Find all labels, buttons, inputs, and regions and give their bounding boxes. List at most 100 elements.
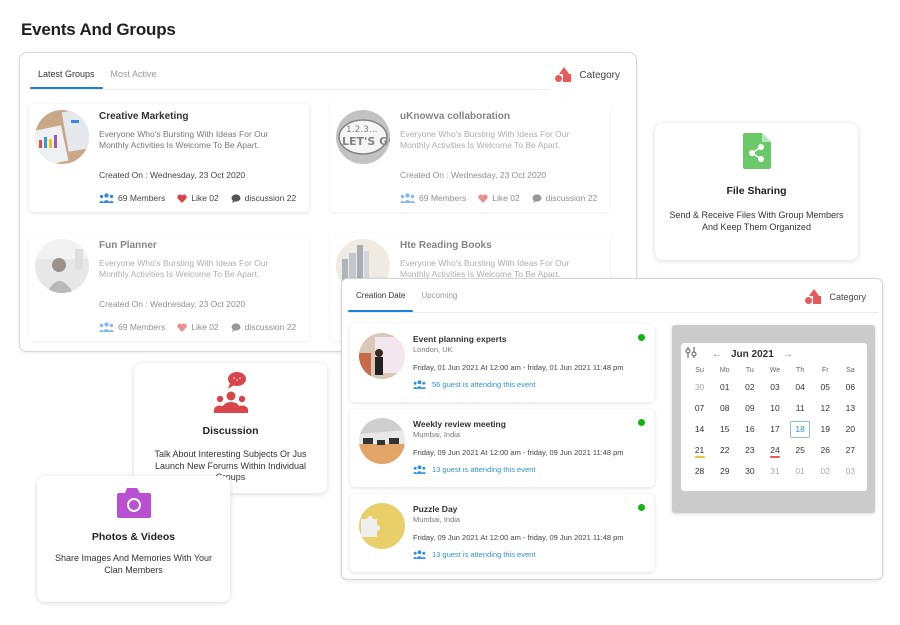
group-title[interactable]: uKnowva collaboration: [400, 111, 510, 122]
chat-bubble-icon: [231, 193, 241, 203]
calendar-day[interactable]: 03: [762, 377, 787, 398]
calendar-day[interactable]: 16: [737, 419, 762, 440]
event-avatar: [359, 418, 405, 464]
feature-title: Photos & Videos: [91, 531, 176, 543]
calendar-grid: Su Mo Tu We Th Fr Sa 30 01 02 03 04 05 06 07 08 09 10 11 12…: [687, 364, 863, 482]
calendar-day[interactable]: 01: [712, 377, 737, 398]
calendar-day[interactable]: 08: [712, 398, 737, 419]
calendar-day[interactable]: 04: [788, 377, 813, 398]
calendar-day[interactable]: 03: [838, 461, 863, 482]
calendar-weekday: Sa: [846, 367, 855, 374]
group-avatar: [35, 239, 89, 293]
members-icon: [400, 193, 415, 203]
calendar-day[interactable]: 17: [762, 419, 787, 440]
group-title[interactable]: Hte Reading Books: [400, 240, 492, 251]
like-count[interactable]: Like 02: [177, 193, 219, 203]
discussion-count[interactable]: discussion 22: [231, 193, 296, 203]
event-time: Friday, 09 Jun 2021 At 12:00 am - friday…: [413, 448, 624, 457]
filter-sliders-icon[interactable]: [685, 347, 699, 361]
calendar-day[interactable]: 20: [838, 419, 863, 440]
tab-upcoming[interactable]: Upcoming: [413, 289, 465, 312]
calendar-day[interactable]: 12: [813, 398, 838, 419]
tab-latest-groups[interactable]: Latest Groups: [30, 67, 103, 89]
calendar-day[interactable]: 27: [838, 440, 863, 461]
calendar-day[interactable]: 14: [687, 419, 712, 440]
discussion-count[interactable]: discussion 22: [231, 322, 296, 332]
calendar-next-button[interactable]: →: [778, 349, 798, 360]
group-card[interactable]: Creative Marketing Everyone Who's Bursti…: [29, 104, 309, 212]
calendar-day[interactable]: 24: [762, 440, 787, 461]
calendar-day[interactable]: 02: [813, 461, 838, 482]
camera-icon: [116, 488, 151, 518]
page-title: Events And Groups: [21, 20, 176, 39]
calendar-weekday: We: [769, 367, 781, 374]
calendar-day[interactable]: 30: [687, 377, 712, 398]
event-card[interactable]: Puzzle Day Mumbai, India Friday, 09 Jun …: [350, 494, 654, 572]
calendar: ← Jun 2021 → Su Mo Tu We Th Fr Sa 30 01 02 03 04 05 0…: [681, 343, 867, 491]
event-location: Mumbai, India: [413, 430, 461, 439]
calendar-day[interactable]: 06: [838, 377, 863, 398]
event-title[interactable]: Weekly review meeting: [413, 419, 506, 429]
heart-icon: [177, 323, 187, 332]
members-count[interactable]: 69 Members: [400, 193, 466, 203]
feature-title: File Sharing: [726, 185, 787, 197]
calendar-day[interactable]: 09: [737, 398, 762, 419]
event-title[interactable]: Puzzle Day: [413, 504, 457, 514]
chat-bubble-icon: [532, 193, 542, 203]
tab-divider: [348, 312, 878, 313]
calendar-day[interactable]: 23: [737, 440, 762, 461]
members-count[interactable]: 69 Members: [99, 322, 165, 332]
calendar-day[interactable]: 01: [788, 461, 813, 482]
feature-description: Send & Receive Files With Group Members …: [669, 210, 844, 232]
category-filter-button[interactable]: Category: [805, 289, 866, 305]
group-description: Everyone Who's Bursting With Ideas For O…: [99, 258, 269, 279]
tab-most-active[interactable]: Most Active: [103, 67, 165, 89]
calendar-day[interactable]: 02: [737, 377, 762, 398]
event-card[interactable]: Event planning experts London, UK Friday…: [350, 324, 654, 402]
calendar-day[interactable]: 28: [687, 461, 712, 482]
calendar-day[interactable]: 19: [813, 419, 838, 440]
calendar-day[interactable]: 05: [813, 377, 838, 398]
calendar-day[interactable]: 31: [762, 461, 787, 482]
event-time: Friday, 01 Jun 2021 At 12:00 am - friday…: [413, 363, 624, 372]
events-panel: Creation Date Upcoming Category Event pl…: [341, 278, 883, 580]
calendar-day-selected[interactable]: 18: [788, 419, 813, 440]
members-count[interactable]: 69 Members: [99, 193, 165, 203]
like-count[interactable]: Like 02: [478, 193, 520, 203]
discussion-group-icon: [213, 372, 248, 413]
calendar-day[interactable]: 30: [737, 461, 762, 482]
event-guests-link[interactable]: 13 guest is attending this event: [413, 465, 535, 474]
group-stats: 69 Members Like 02 discussion 22: [400, 193, 597, 203]
members-icon: [413, 380, 426, 389]
group-card[interactable]: 1.2.3...LET'S GO! uKnowva collaboration …: [330, 104, 610, 212]
event-card[interactable]: Weekly review meeting Mumbai, India Frid…: [350, 409, 654, 487]
category-shapes-icon: [805, 289, 822, 305]
event-guests-link[interactable]: 56 guest is attending this event: [413, 380, 535, 389]
tab-creation-date[interactable]: Creation Date: [348, 289, 414, 312]
group-card[interactable]: Fun Planner Everyone Who's Bursting With…: [29, 233, 309, 341]
like-count[interactable]: Like 02: [177, 322, 219, 332]
category-shapes-icon: [555, 67, 572, 83]
event-title[interactable]: Event planning experts: [413, 334, 507, 344]
calendar-day[interactable]: 25: [788, 440, 813, 461]
calendar-day[interactable]: 29: [712, 461, 737, 482]
group-title[interactable]: Fun Planner: [99, 240, 157, 251]
calendar-day[interactable]: 15: [712, 419, 737, 440]
calendar-day[interactable]: 10: [762, 398, 787, 419]
calendar-day[interactable]: 26: [813, 440, 838, 461]
status-active-dot: [638, 419, 645, 426]
calendar-day[interactable]: 13: [838, 398, 863, 419]
discussion-count[interactable]: discussion 22: [532, 193, 597, 203]
calendar-day[interactable]: 11: [788, 398, 813, 419]
group-description: Everyone Who's Bursting With Ideas For O…: [400, 258, 570, 279]
calendar-day[interactable]: 22: [712, 440, 737, 461]
category-filter-button[interactable]: Category: [555, 67, 620, 83]
file-share-icon: [742, 133, 771, 169]
event-guests-link[interactable]: 13 guest is attending this event: [413, 550, 535, 559]
calendar-prev-button[interactable]: ←: [707, 349, 727, 360]
calendar-day[interactable]: 21: [687, 440, 712, 461]
group-title[interactable]: Creative Marketing: [99, 111, 188, 122]
calendar-day[interactable]: 07: [687, 398, 712, 419]
heart-icon: [177, 194, 187, 203]
event-avatar: [359, 503, 405, 549]
